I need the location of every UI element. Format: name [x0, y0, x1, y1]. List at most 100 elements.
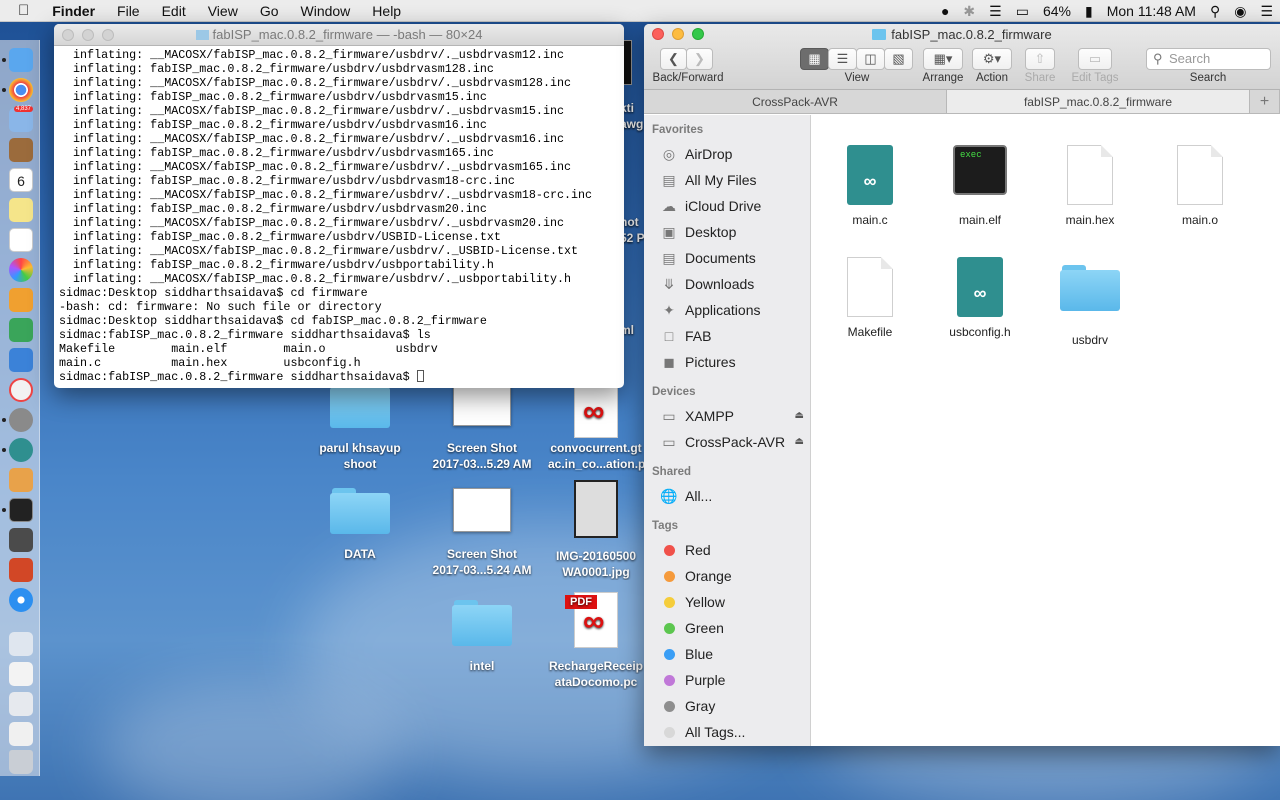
desktop-image-img[interactable]: IMG-20160500 WA0001.jpg — [548, 480, 644, 580]
clock[interactable]: Mon 11:48 AM — [1100, 0, 1203, 22]
tab-fabisp-firmware[interactable]: fabISP_mac.0.8.2_firmware — [947, 90, 1250, 113]
file-item[interactable]: Makefile — [815, 257, 925, 339]
desktop-screenshot-1[interactable]: Screen Shot 2017-03...5.29 AM — [427, 382, 537, 472]
sidebar-item-downloads[interactable]: ⤋ Downloads — [644, 271, 810, 297]
battery-percent[interactable]: 64% — [1036, 0, 1078, 22]
sublime-dock-icon[interactable] — [9, 528, 33, 552]
airplay-icon[interactable]: ▭ — [1009, 0, 1036, 22]
sidebar-tag-all-tags[interactable]: All Tags... — [644, 719, 810, 745]
sidebar-item-desktop[interactable]: ▣ Desktop — [644, 219, 810, 245]
photos-dock-icon[interactable] — [9, 258, 33, 282]
document-stack-dock-icon[interactable] — [9, 662, 33, 686]
sidebar-tag-gray[interactable]: Gray — [644, 693, 810, 719]
back-button[interactable]: ❮ — [660, 48, 687, 70]
finder-dock-icon[interactable] — [9, 48, 33, 72]
battery-icon[interactable]: ▮ — [1078, 0, 1100, 22]
numbers-dock-icon[interactable] — [9, 318, 33, 342]
notebook-dock-icon[interactable] — [9, 138, 33, 162]
edit-tags-button[interactable]: ▭ — [1078, 48, 1112, 70]
forward-button[interactable]: ❯ — [686, 48, 713, 70]
sidebar-tag-red[interactable]: Red — [644, 537, 810, 563]
terminal-titlebar[interactable]: fabISP_mac.0.8.2_firmware — -bash — 80×2… — [54, 24, 624, 46]
zoom-button[interactable] — [102, 29, 114, 41]
sidebar-tag-orange[interactable]: Orange — [644, 563, 810, 589]
sidebar-item-fab[interactable]: □ FAB — [644, 323, 810, 349]
downloads-stack-dock-icon[interactable] — [9, 632, 33, 656]
sidebar-item-applications[interactable]: ✦ Applications — [644, 297, 810, 323]
menu-file[interactable]: File — [106, 0, 151, 22]
file-item[interactable]: main.o — [1145, 145, 1255, 227]
sidebar-item-xampp[interactable]: ▭ XAMPP ⏏ — [644, 403, 810, 429]
desktop-folder-data[interactable]: DATA — [305, 488, 415, 562]
minimize-button[interactable] — [82, 29, 94, 41]
trash-dock-icon[interactable] — [9, 750, 33, 774]
system-preferences-dock-icon[interactable] — [9, 408, 33, 432]
icon-view-button[interactable]: ▦ — [800, 48, 829, 70]
gallery-view-button[interactable]: ▧ — [884, 48, 913, 70]
keynote-dock-icon[interactable] — [9, 348, 33, 372]
arrange-button[interactable]: ▦▾ — [923, 48, 963, 70]
new-tab-button[interactable]: + — [1250, 90, 1280, 113]
sidebar-item-pictures[interactable]: ◼ Pictures — [644, 349, 810, 375]
file-item[interactable]: ∞ usbconfig.h — [925, 257, 1035, 339]
terminal-window[interactable]: fabISP_mac.0.8.2_firmware — -bash — 80×2… — [54, 24, 624, 388]
keynote-pages-dock-icon[interactable] — [9, 288, 33, 312]
reminders-dock-icon[interactable] — [9, 228, 33, 252]
arduino-dock-icon[interactable] — [9, 438, 33, 462]
sidebar-item-airdrop[interactable]: ◎ AirDrop — [644, 141, 810, 167]
menu-app-finder[interactable]: Finder — [41, 0, 106, 22]
files-stack-dock-icon[interactable] — [9, 722, 33, 746]
chrome-dock-icon[interactable] — [9, 78, 33, 102]
user-avatar-icon[interactable]: ◉ — [1227, 0, 1253, 22]
desktop-folder-intel[interactable]: intel — [427, 600, 537, 674]
sidebar-item-all-my-files[interactable]: ▤ All My Files — [644, 167, 810, 193]
file-item[interactable]: ∞ main.c — [815, 145, 925, 227]
desktop-screenshot-2[interactable]: Screen Shot 2017-03...5.24 AM — [427, 488, 537, 578]
tab-crosspack-avr[interactable]: CrossPack-AVR — [644, 90, 947, 113]
desktop-pdf-convocurrent[interactable]: ∞ convocurrent.gt ac.in_co...ation.p — [548, 382, 644, 472]
share-button[interactable]: ⇧ — [1025, 48, 1055, 70]
terminal-output[interactable]: inflating: __MACOSX/fabISP_mac.0.8.2_fir… — [54, 46, 624, 384]
sidebar-tag-purple[interactable]: Purple — [644, 667, 810, 693]
sidebar-item-documents[interactable]: ▤ Documents — [644, 245, 810, 271]
file-item[interactable]: main.hex — [1035, 145, 1145, 227]
wifi-icon[interactable]: ☰ — [982, 0, 1009, 22]
column-view-button[interactable]: ◫ — [856, 48, 885, 70]
itunes-dock-icon[interactable] — [9, 378, 33, 402]
bluetooth-icon[interactable]: ✱ — [956, 0, 982, 22]
safari-dock-icon[interactable] — [9, 588, 33, 612]
search-field[interactable]: ⚲ Search — [1146, 48, 1271, 70]
notes-dock-icon[interactable] — [9, 198, 33, 222]
action-button[interactable]: ⚙▾ — [972, 48, 1012, 70]
menu-view[interactable]: View — [197, 0, 249, 22]
sidebar-item-icloud-drive[interactable]: ☁ iCloud Drive — [644, 193, 810, 219]
powerpoint-dock-icon[interactable] — [9, 558, 33, 582]
app-store-dock-icon[interactable] — [9, 468, 33, 492]
menu-window[interactable]: Window — [290, 0, 362, 22]
eject-icon[interactable]: ⏏ — [795, 403, 804, 429]
desktop-folder-parul[interactable]: parul khsayup shoot — [305, 382, 415, 472]
finder-content[interactable]: ∞ main.c exec main.elf main.hex main.o Makefil… — [812, 115, 1280, 746]
close-button[interactable] — [62, 29, 74, 41]
sidebar-tag-blue[interactable]: Blue — [644, 641, 810, 667]
apple-icon[interactable]:  — [0, 0, 41, 22]
sidebar-item-crosspack-avr[interactable]: ▭ CrossPack-AVR ⏏ — [644, 429, 810, 455]
menu-help[interactable]: Help — [361, 0, 412, 22]
menu-go[interactable]: Go — [249, 0, 290, 22]
desktop-pdf-recharge[interactable]: PDF ∞ RechargeReceip ataDocomo.pc — [548, 592, 644, 690]
file-item[interactable]: usbdrv — [1035, 257, 1145, 347]
evernote-icon[interactable]: ● — [934, 0, 956, 22]
spotlight-icon[interactable]: ⚲ — [1203, 0, 1227, 22]
calendar-dock-icon[interactable]: 6 — [9, 168, 33, 192]
list-view-button[interactable]: ☰ — [828, 48, 857, 70]
notification-center-icon[interactable]: ☰ — [1253, 0, 1280, 22]
sidebar-tag-yellow[interactable]: Yellow — [644, 589, 810, 615]
terminal-prompt-line[interactable]: sidmac:fabISP_mac.0.8.2_firmware siddhar… — [59, 370, 624, 384]
eject-icon[interactable]: ⏏ — [795, 429, 804, 455]
sidebar-tag-green[interactable]: Green — [644, 615, 810, 641]
finder-window[interactable]: fabISP_mac.0.8.2_firmware ❮ ❯ Back/Forwa… — [644, 24, 1280, 746]
terminal-dock-icon[interactable] — [9, 498, 33, 522]
file-item[interactable]: exec main.elf — [925, 145, 1035, 227]
screenshot-stack-dock-icon[interactable] — [9, 692, 33, 716]
menu-edit[interactable]: Edit — [151, 0, 197, 22]
